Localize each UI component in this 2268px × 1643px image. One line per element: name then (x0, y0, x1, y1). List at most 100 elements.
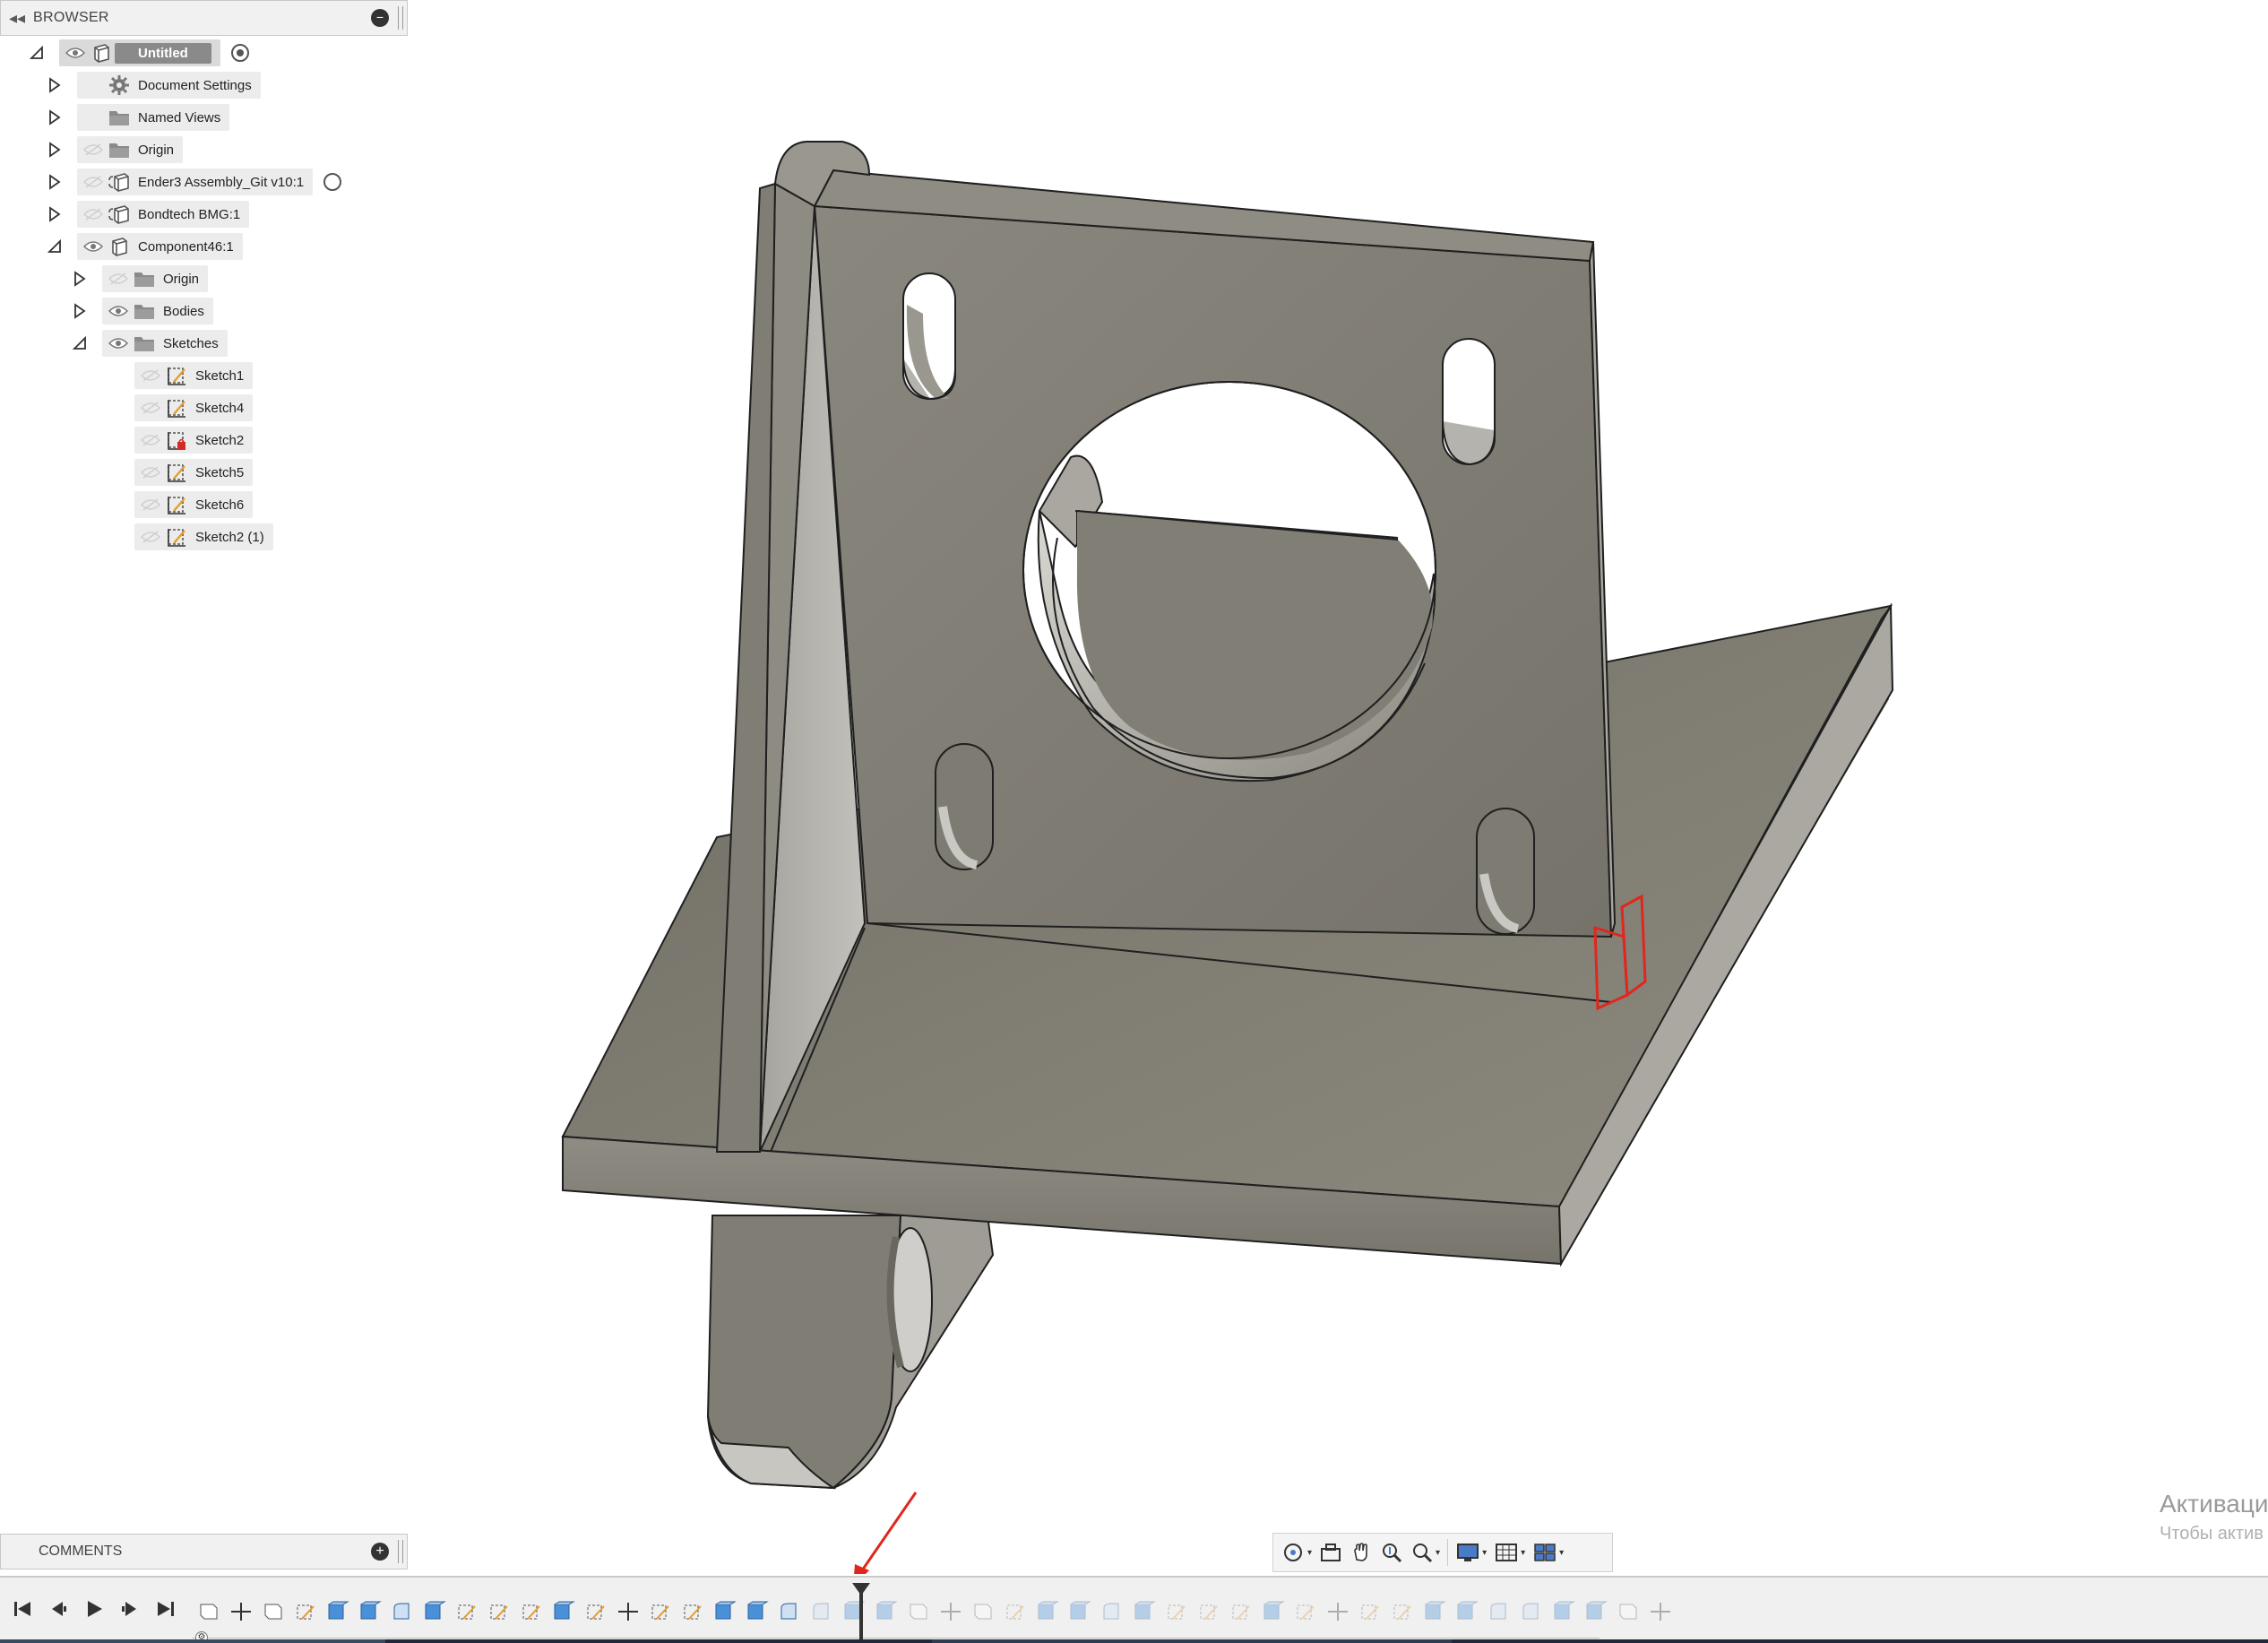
browser-node-chip[interactable]: Sketches (102, 330, 228, 357)
zoom-window-icon[interactable]: ▾ (1407, 1536, 1444, 1569)
eye-icon[interactable] (63, 44, 88, 62)
browser-node-chip[interactable]: Sketch6 (134, 491, 254, 518)
browser-node-component46-1[interactable]: Component46:1 (47, 231, 243, 262)
timeline-feature-icon[interactable] (1225, 1596, 1257, 1627)
eye-hidden-icon[interactable] (81, 141, 106, 159)
browser-node-chip[interactable]: Component46:1 (77, 233, 243, 260)
browser-node-chip[interactable]: Untitled (59, 39, 220, 66)
browser-node-chip[interactable]: Sketch4 (134, 394, 254, 421)
add-comment-icon[interactable]: + (371, 1543, 389, 1561)
eye-icon[interactable] (81, 238, 106, 255)
timeline-feature-icon[interactable] (1064, 1596, 1096, 1627)
activate-component-radio[interactable] (230, 44, 249, 62)
grid-icon[interactable]: ▾ (1490, 1536, 1529, 1569)
timeline-feature-icon[interactable] (1096, 1596, 1128, 1627)
timeline-feature-icon[interactable] (677, 1596, 709, 1627)
activate-component-radio[interactable] (323, 173, 342, 191)
browser-node-sketch2[interactable]: Sketch2 (104, 425, 254, 455)
go-to-start-icon[interactable] (11, 1597, 34, 1621)
double-chevron-left-icon[interactable]: ◂◂ (1, 9, 33, 28)
go-to-end-icon[interactable] (154, 1597, 177, 1621)
collapse-triangle-icon[interactable] (29, 38, 45, 68)
eye-icon[interactable] (106, 334, 131, 352)
browser-node-untitled[interactable]: Untitled (29, 38, 249, 68)
timeline-feature-icon[interactable] (1483, 1596, 1515, 1627)
viewports-icon[interactable]: ▾ (1529, 1536, 1567, 1569)
timeline-feature-icon[interactable] (612, 1596, 644, 1627)
browser-node-ender3-assembly-git-v10-1[interactable]: Ender3 Assembly_Git v10:1 (47, 167, 342, 197)
comments-panel-header[interactable]: COMMENTS + (0, 1534, 408, 1569)
browser-node-chip[interactable]: Sketch1 (134, 362, 254, 389)
browser-node-sketch1[interactable]: Sketch1 (104, 360, 254, 391)
browser-node-document-settings[interactable]: Document Settings (47, 70, 261, 100)
timeline-feature-icon[interactable] (257, 1596, 289, 1627)
timeline-feature-icon[interactable] (902, 1596, 935, 1627)
timeline-feature-icon[interactable] (1386, 1596, 1419, 1627)
timeline-feature-icon[interactable] (1193, 1596, 1225, 1627)
eye-hidden-icon[interactable] (106, 270, 131, 288)
browser-node-chip[interactable]: Origin (77, 136, 184, 163)
eye-hidden-icon[interactable] (138, 367, 163, 385)
collapse-panel-icon[interactable]: − (371, 9, 389, 27)
eye-hidden-icon[interactable] (138, 528, 163, 546)
timeline-feature-icon[interactable] (386, 1596, 418, 1627)
eye-hidden-icon[interactable] (81, 205, 106, 223)
zoom-icon[interactable] (1376, 1536, 1407, 1569)
browser-node-sketch4[interactable]: Sketch4 (104, 393, 254, 423)
eye-hidden-icon[interactable] (138, 496, 163, 514)
eye-hidden-icon[interactable] (138, 399, 163, 417)
timeline-feature-icon[interactable] (935, 1596, 967, 1627)
browser-node-chip[interactable]: Document Settings (77, 72, 261, 99)
timeline-feature-icon[interactable] (1289, 1596, 1322, 1627)
eye-hidden-icon[interactable] (138, 463, 163, 481)
expand-triangle-icon[interactable] (72, 264, 88, 294)
expand-triangle-icon[interactable] (47, 199, 63, 229)
3d-viewport[interactable] (412, 0, 2268, 1574)
look-at-icon[interactable] (1315, 1536, 1346, 1569)
timeline-feature-icon[interactable] (1031, 1596, 1064, 1627)
timeline-feature-icon[interactable] (1160, 1596, 1193, 1627)
eye-hidden-icon[interactable] (81, 173, 106, 191)
browser-node-chip[interactable]: Sketch2 (1) (134, 523, 273, 550)
timeline-feature-icon[interactable] (1515, 1596, 1548, 1627)
expand-triangle-icon[interactable] (72, 296, 88, 326)
timeline-feature-icon[interactable] (483, 1596, 515, 1627)
timeline-feature-icon[interactable] (1354, 1596, 1386, 1627)
expand-triangle-icon[interactable] (47, 134, 63, 165)
timeline-feature-icon[interactable] (548, 1596, 580, 1627)
browser-node-bondtech-bmg-1[interactable]: Bondtech BMG:1 (47, 199, 250, 229)
timeline-feature-icon[interactable] (741, 1596, 773, 1627)
timeline-feature-icon[interactable] (1128, 1596, 1160, 1627)
timeline-feature-icon[interactable] (838, 1596, 870, 1627)
bracket-model[interactable] (412, 0, 2268, 1574)
browser-node-sketch2-1[interactable]: Sketch2 (1) (104, 522, 273, 552)
timeline-feature-icon[interactable] (806, 1596, 838, 1627)
browser-node-chip[interactable]: Origin (102, 265, 209, 292)
collapse-triangle-icon[interactable] (47, 231, 63, 262)
browser-node-sketch5[interactable]: Sketch5 (104, 457, 254, 488)
timeline-marker[interactable] (859, 1587, 863, 1640)
timeline-feature-icon[interactable] (999, 1596, 1031, 1627)
timeline-feature-icon[interactable] (1257, 1596, 1289, 1627)
play-icon[interactable] (82, 1597, 106, 1621)
timeline-feature-icon[interactable] (515, 1596, 548, 1627)
browser-node-bodies[interactable]: Bodies (72, 296, 213, 326)
timeline-feature-icon[interactable] (644, 1596, 677, 1627)
eye-icon[interactable] (106, 302, 131, 320)
browser-node-chip[interactable]: Bondtech BMG:1 (77, 201, 250, 228)
timeline-feature-icon[interactable] (1322, 1596, 1354, 1627)
timeline-feature-icon[interactable] (225, 1596, 257, 1627)
timeline-feature-icon[interactable] (418, 1596, 451, 1627)
browser-node-named-views[interactable]: Named Views (47, 102, 230, 133)
browser-node-chip[interactable]: Ender3 Assembly_Git v10:1 (77, 169, 314, 195)
timeline-feature-icon[interactable] (354, 1596, 386, 1627)
panel-grip-icon[interactable] (398, 1540, 403, 1563)
browser-node-sketch6[interactable]: Sketch6 (104, 489, 254, 520)
eye-hidden-icon[interactable] (138, 431, 163, 449)
display-settings-icon[interactable]: ▾ (1452, 1536, 1490, 1569)
browser-node-chip[interactable]: Sketch5 (134, 459, 254, 486)
expand-triangle-icon[interactable] (47, 70, 63, 100)
browser-node-chip[interactable]: Sketch2 (134, 427, 254, 454)
pan-icon[interactable] (1346, 1536, 1376, 1569)
timeline-feature-icon[interactable] (289, 1596, 322, 1627)
